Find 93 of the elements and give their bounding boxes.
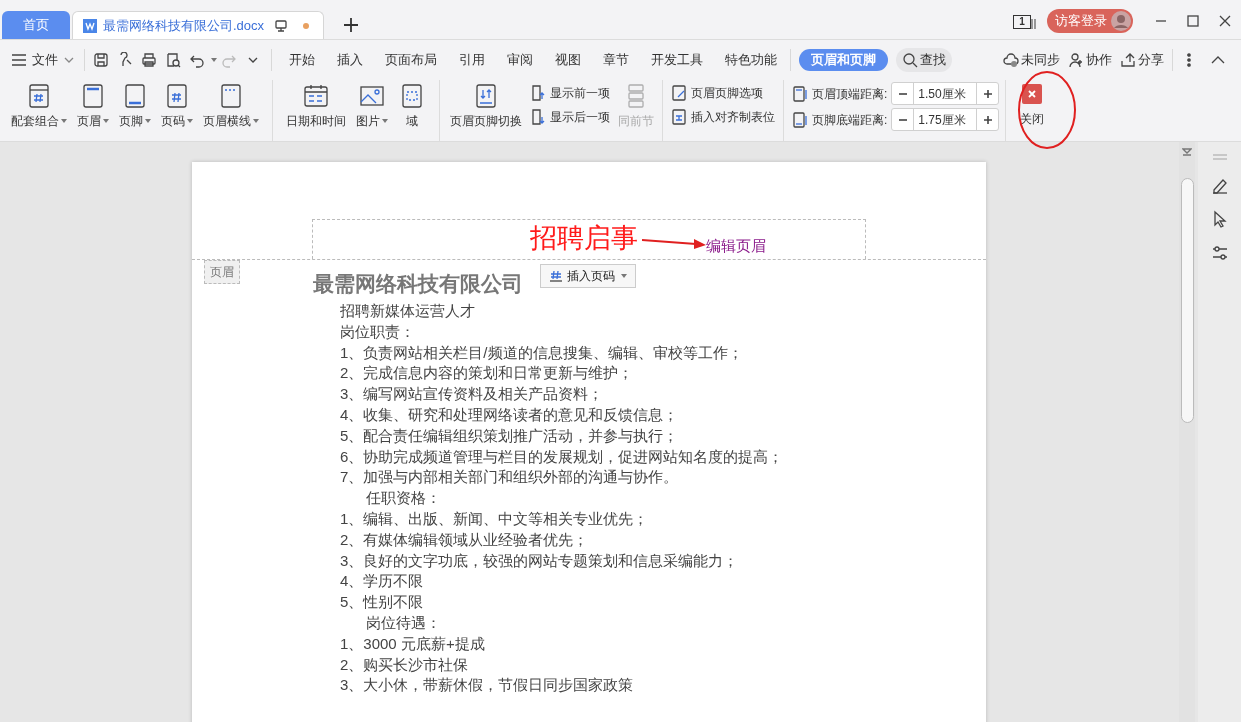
ribbon-button[interactable]: 显示前一项	[530, 84, 610, 102]
page-count: 1	[1013, 15, 1031, 29]
action-button[interactable]: 协作	[1068, 50, 1112, 70]
action-button[interactable]: 分享	[1120, 50, 1164, 70]
body-text: 2、有媒体编辑领域从业经验者优先；	[340, 529, 590, 550]
maximize-icon	[1187, 15, 1199, 27]
ribbon-button[interactable]: 配套组合	[8, 82, 70, 130]
body-text: 招聘新媒体运营人才	[340, 301, 476, 321]
calendar-icon	[302, 82, 330, 110]
ribbon-tab[interactable]: 开始	[278, 49, 326, 71]
monitor-icon	[275, 19, 287, 32]
scrollbar-thumb[interactable]	[1180, 178, 1194, 423]
body-text: 1、编辑、出版、新闻、中文等相关专业优先；	[340, 508, 650, 529]
spinner-label: 页脚底端距离:	[812, 111, 888, 129]
page-icon	[671, 85, 687, 101]
body-text: 1、3000 元底薪+提成	[340, 633, 486, 654]
body-text: 7、加强与内部相关部门和组织外部的沟通与协作。	[340, 467, 680, 488]
chevron-down-icon	[64, 57, 74, 63]
ribbon-button[interactable]: 插入对齐制表位	[671, 108, 775, 126]
page-number-icon	[549, 270, 563, 282]
document-title: 最需网络科技有限公司	[313, 271, 523, 297]
header-text: 招聘启事	[530, 221, 638, 255]
grip-icon	[1211, 154, 1228, 160]
ribbon-tab[interactable]: 视图	[544, 49, 592, 71]
page-icon	[671, 109, 687, 125]
search-button[interactable]: 查找	[896, 48, 952, 72]
spin-field[interactable]: 1.75厘米	[891, 108, 1000, 131]
spin-field[interactable]: 1.50厘米	[891, 82, 1000, 105]
arrow	[642, 236, 706, 250]
ribbon-button[interactable]: 日期和时间	[283, 82, 349, 130]
page-icon	[792, 85, 808, 102]
x-icon	[1028, 90, 1037, 98]
spinner-label: 页眉顶端距离:	[812, 85, 888, 103]
print-preview-icon[interactable]	[165, 52, 181, 68]
menu-icon	[12, 54, 26, 66]
ribbon-tab[interactable]: 审阅	[496, 49, 544, 71]
body-text: 5、性别不限	[340, 592, 425, 613]
new-tab-icon	[344, 18, 358, 32]
ribbon-tab[interactable]: 开发工具	[640, 49, 714, 71]
body-text: 3、良好的文字功底，较强的网站专题策划和信息采编能力；	[340, 550, 740, 571]
person-icon	[1068, 52, 1084, 68]
body-text: 2、完成信息内容的策划和日常更新与维护；	[340, 363, 635, 384]
ribbon-button[interactable]: 显示后一项	[530, 108, 610, 126]
ribbon-button[interactable]: 域	[395, 82, 429, 130]
ribbon-button[interactable]: 页码	[158, 82, 196, 130]
body-text: 1、负责网站相关栏目/频道的信息搜集、编辑、审校等工作；	[340, 342, 744, 363]
ribbon-button[interactable]: 页眉页脚切换	[450, 82, 522, 130]
bars-icon	[1031, 17, 1037, 29]
body-text: 3、编写网站宣传资料及相关产品资料；	[340, 384, 605, 405]
cloud-icon	[1003, 52, 1019, 68]
annotation-text: 编辑页眉	[706, 235, 766, 256]
caret-icon	[211, 58, 217, 62]
ribbon-tab[interactable]: 章节	[592, 49, 640, 71]
close-icon	[1219, 15, 1231, 27]
insert-page-number-button[interactable]: 插入页码	[540, 264, 636, 288]
avatar-icon	[1111, 11, 1131, 31]
page-icon	[530, 85, 546, 101]
ribbon-button[interactable]: 页眉页脚选项	[671, 84, 775, 102]
share-icon	[1120, 52, 1136, 68]
file-menu[interactable]: 文件	[12, 50, 80, 70]
header-tag: 页眉	[204, 260, 240, 284]
body-text: 任职资格：	[366, 488, 442, 509]
ribbon-button[interactable]: 页脚	[116, 82, 154, 130]
ribbon-button[interactable]: 页眉横线	[200, 82, 262, 130]
plus-icon	[982, 114, 993, 125]
plus-icon	[982, 88, 993, 99]
body-text: 4、收集、研究和处理网络读者的意见和反馈信息；	[340, 405, 680, 425]
body-text: 2、购买长沙市社保	[340, 654, 470, 675]
ribbon-tab[interactable]: 插入	[326, 49, 374, 71]
action-button[interactable]: 未同步	[1003, 50, 1060, 70]
more-options-icon	[1187, 53, 1191, 67]
ribbon-button[interactable]: 页眉	[74, 82, 112, 130]
ribbon-tab[interactable]: 页面布局	[374, 49, 448, 71]
ribbon-button[interactable]: 图片	[353, 82, 391, 130]
sliders-icon	[1210, 244, 1229, 262]
ribbon-tab[interactable]: 引用	[448, 49, 496, 71]
body-text: 6、协助完成频道管理与栏目的发展规划，促进网站知名度的提高；	[340, 446, 785, 467]
body-text: 5、配合责任编辑组织策划推广活动，并参与执行；	[340, 425, 680, 446]
page-icon	[792, 111, 808, 128]
login-button[interactable]: 访客登录	[1047, 9, 1133, 33]
tab[interactable]: 最需网络科技有限公司.docx	[72, 11, 324, 39]
body-text: 3、大小休，带薪休假，节假日同步国家政策	[340, 675, 635, 696]
collapse-icon	[1211, 56, 1225, 64]
scroll-top-icon	[1182, 148, 1192, 156]
body-text: 岗位职责：	[340, 321, 416, 342]
ribbon-tab[interactable]: 特色功能	[714, 49, 788, 71]
save-icon[interactable]	[93, 52, 109, 68]
page-icon	[530, 109, 546, 125]
caret-icon	[621, 274, 627, 278]
body-text: 4、学历不限	[340, 571, 425, 592]
search-icon	[902, 52, 918, 68]
body-text: 岗位待遇：	[366, 612, 442, 633]
print-icon[interactable]	[141, 52, 157, 68]
